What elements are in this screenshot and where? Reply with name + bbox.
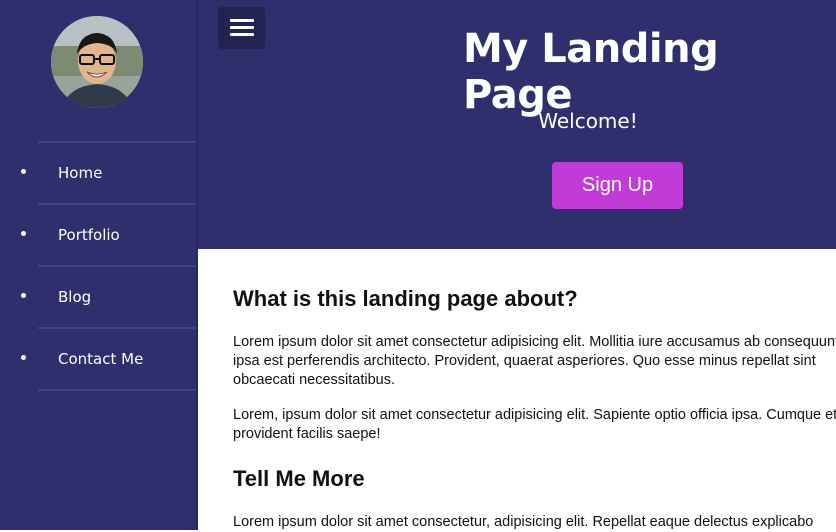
sidebar-item-label: Portfolio <box>58 226 120 244</box>
sidebar-item-blog[interactable]: Blog <box>21 267 196 329</box>
sidebar-item-home[interactable]: Home <box>21 141 196 205</box>
about-heading: What is this landing page about? <box>233 286 578 311</box>
hero-section: My Landing Page Welcome! Sign Up <box>198 0 836 249</box>
bullet-icon <box>21 231 26 236</box>
sidebar-item-label: Blog <box>58 288 92 306</box>
bullet-icon <box>21 169 26 174</box>
sidebar: Home Portfolio Blog Contact Me <box>0 0 198 530</box>
menu-toggle-button[interactable] <box>218 7 265 49</box>
bullet-icon <box>21 293 26 298</box>
avatar[interactable] <box>51 16 143 108</box>
sidebar-nav: Home Portfolio Blog Contact Me <box>0 141 196 391</box>
signup-button[interactable]: Sign Up <box>552 162 683 209</box>
bullet-icon <box>21 355 26 360</box>
about-paragraph-2: Lorem, ipsum dolor sit amet consectetur … <box>233 407 836 442</box>
hero-subtitle: Welcome! <box>538 109 638 133</box>
sidebar-item-label: Contact Me <box>58 350 144 368</box>
more-paragraph-1: Lorem ipsum dolor sit amet consectetur, … <box>233 514 814 530</box>
about-paragraph-1: Lorem ipsum dolor sit amet consectetur a… <box>233 334 836 388</box>
sidebar-item-contact[interactable]: Contact Me <box>21 329 196 391</box>
page-title: My Landing Page <box>463 26 719 118</box>
sidebar-item-label: Home <box>58 164 103 182</box>
sidebar-item-portfolio[interactable]: Portfolio <box>21 205 196 267</box>
avatar-photo <box>51 16 143 108</box>
more-heading: Tell Me More <box>233 466 365 491</box>
